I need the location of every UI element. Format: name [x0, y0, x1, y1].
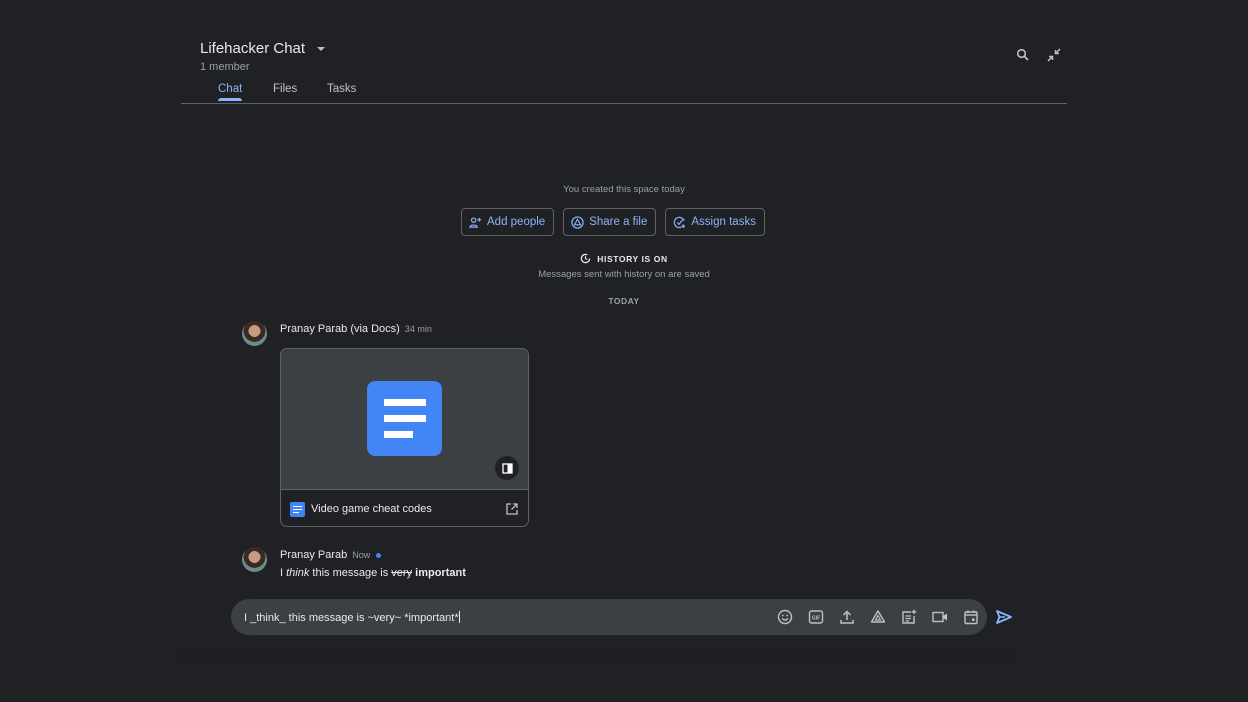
gif-icon[interactable]: GIF — [808, 609, 824, 625]
search-icon[interactable] — [1015, 47, 1031, 63]
message-time: 34 min — [404, 324, 432, 334]
upload-icon[interactable] — [839, 609, 855, 625]
history-icon — [581, 253, 591, 264]
doc-footer: Video game cheat codes — [281, 490, 528, 526]
message-text: I think this message is very important — [280, 567, 466, 579]
calendar-icon[interactable] — [963, 609, 979, 625]
message-input-value: I _think_ this message is ~very~ *import… — [244, 611, 459, 624]
svg-text:GIF: GIF — [812, 615, 820, 621]
drive-icon — [571, 215, 584, 229]
sender-name[interactable]: Pranay Parab (via Docs) — [280, 323, 400, 335]
history-subtext: Messages sent with history on are saved — [538, 269, 710, 280]
history-label: HISTORY IS ON — [597, 253, 668, 264]
add-person-icon — [469, 216, 482, 228]
bold-text: important — [415, 567, 466, 579]
text-cursor — [458, 610, 460, 623]
member-count: 1 member — [200, 61, 250, 73]
message-time: Now — [352, 550, 371, 560]
assign-tasks-button[interactable]: Assign tasks — [665, 208, 765, 236]
doc-attachment-card[interactable]: Video game cheat codes — [280, 348, 529, 527]
italic-text: think — [286, 567, 310, 579]
share-file-button[interactable]: Share a file — [563, 208, 657, 236]
add-people-label: Add people — [487, 216, 546, 228]
date-divider: TODAY — [608, 296, 640, 306]
space-created-text: You created this space today — [563, 184, 685, 195]
add-people-button[interactable]: Add people — [461, 208, 555, 236]
message-composer: I _think_ this message is ~very~ *import… — [231, 599, 987, 635]
collapse-icon[interactable] — [1046, 47, 1062, 63]
space-title-text: Lifehacker Chat — [200, 40, 306, 57]
google-docs-small-icon — [290, 501, 305, 517]
message-header: Pranay Parab (via Docs) 34 min — [280, 323, 432, 335]
avatar[interactable] — [242, 547, 267, 572]
side-panel-icon — [501, 462, 513, 474]
open-in-new-icon[interactable] — [505, 502, 519, 516]
tab-bar: Chat Files Tasks — [181, 82, 1067, 104]
google-docs-icon — [367, 381, 442, 456]
space-title[interactable]: Lifehacker Chat — [200, 40, 326, 57]
avatar[interactable] — [242, 321, 267, 346]
new-doc-icon[interactable] — [901, 609, 917, 625]
unread-dot — [376, 552, 382, 558]
strikethrough-text: very — [391, 567, 413, 579]
emoji-icon[interactable] — [777, 609, 793, 625]
panel-footer-shade — [180, 647, 1015, 667]
doc-preview[interactable] — [281, 349, 528, 490]
intro-actions: Add people Share a file Assign tasks — [461, 208, 765, 236]
assign-tasks-label: Assign tasks — [691, 216, 756, 228]
send-icon[interactable] — [995, 609, 1013, 625]
share-file-label: Share a file — [589, 216, 648, 228]
open-side-panel-button[interactable] — [495, 456, 519, 480]
message-header: Pranay Parab Now — [280, 549, 382, 561]
drive-icon[interactable] — [870, 609, 886, 625]
doc-title[interactable]: Video game cheat codes — [311, 503, 499, 515]
tab-chat[interactable]: Chat — [218, 83, 243, 101]
tab-tasks[interactable]: Tasks — [327, 83, 356, 95]
tab-files[interactable]: Files — [273, 83, 297, 95]
message-input[interactable]: I _think_ this message is ~very~ *import… — [244, 610, 777, 624]
video-icon[interactable] — [932, 609, 948, 625]
chevron-down-icon[interactable] — [317, 46, 326, 51]
text-run: this message is — [309, 567, 392, 579]
add-task-icon — [674, 216, 686, 228]
history-status: HISTORY IS ON — [0, 253, 1248, 264]
sender-name[interactable]: Pranay Parab — [280, 549, 347, 561]
